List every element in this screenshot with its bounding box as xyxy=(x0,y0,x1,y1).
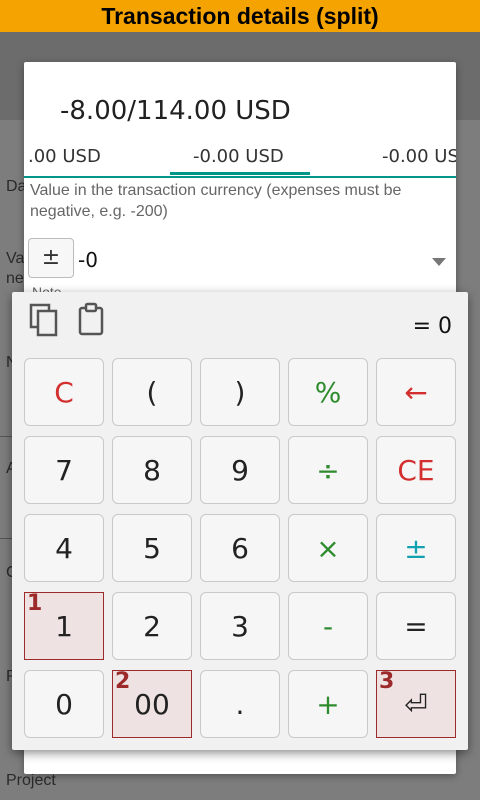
key-label: 7 xyxy=(55,453,73,487)
key-6[interactable]: 8 xyxy=(112,436,192,504)
currency-tabs: .00 USD -0.00 USD -0.00 US xyxy=(24,142,456,178)
key-21[interactable]: 00 2 xyxy=(112,670,192,738)
key-11[interactable]: 5 xyxy=(112,514,192,582)
key-label: 9 xyxy=(231,453,249,487)
background-fragment: Va xyxy=(6,250,25,267)
key-label: ⏎ xyxy=(404,687,428,721)
window-title: Transaction details (split) xyxy=(0,0,480,32)
key-label: % xyxy=(314,375,342,409)
active-tab-indicator xyxy=(170,172,310,175)
paste-icon[interactable] xyxy=(76,302,110,338)
key-0[interactable]: C xyxy=(24,358,104,426)
key-4[interactable]: ← xyxy=(376,358,456,426)
step-marker: 1 xyxy=(27,591,43,616)
key-15[interactable]: 11 xyxy=(24,592,104,660)
step-marker: 2 xyxy=(115,669,131,694)
key-10[interactable]: 4 xyxy=(24,514,104,582)
tab-previous[interactable]: .00 USD xyxy=(28,146,101,167)
key-label: ÷ xyxy=(316,453,340,487)
key-label: ( xyxy=(146,375,158,409)
key-16[interactable]: 2 xyxy=(112,592,192,660)
key-12[interactable]: 6 xyxy=(200,514,280,582)
tab-current[interactable]: -0.00 USD xyxy=(193,146,284,167)
key-19[interactable]: = xyxy=(376,592,456,660)
key-8[interactable]: ÷ xyxy=(288,436,368,504)
value-input[interactable]: -0 xyxy=(78,248,98,272)
key-5[interactable]: 7 xyxy=(24,436,104,504)
key-label: ) xyxy=(234,375,246,409)
key-13[interactable]: × xyxy=(288,514,368,582)
calculator-result: = 0 xyxy=(412,314,452,339)
key-23[interactable]: + xyxy=(288,670,368,738)
key-label: + xyxy=(316,687,340,721)
key-label: 2 xyxy=(143,609,161,643)
key-label: . xyxy=(235,687,245,721)
dialog-title: -8.00/114.00 USD xyxy=(60,96,291,126)
key-label: 0 xyxy=(55,687,73,721)
key-label: 1 xyxy=(55,609,73,643)
value-hint: Value in the transaction currency (expen… xyxy=(30,182,402,220)
key-7[interactable]: 9 xyxy=(200,436,280,504)
key-2[interactable]: ) xyxy=(200,358,280,426)
key-18[interactable]: - xyxy=(288,592,368,660)
key-label: 3 xyxy=(231,609,249,643)
key-label: × xyxy=(316,531,340,565)
key-label: 5 xyxy=(143,531,161,565)
calculator-panel: = 0 C()% ← 7 8 9 ÷ CE 4 5 6 × ±1 1 2 3- = 0 00 2. + ⏎ 3 xyxy=(12,292,468,750)
key-label: ± xyxy=(404,531,428,565)
key-label: 00 xyxy=(134,687,170,721)
chevron-down-icon[interactable] xyxy=(432,258,446,266)
background-fragment: ne xyxy=(6,270,24,287)
key-label: C xyxy=(54,375,74,409)
key-24[interactable]: ⏎ 3 xyxy=(376,670,456,738)
key-label: 6 xyxy=(231,531,249,565)
key-20[interactable]: 0 xyxy=(24,670,104,738)
key-label: = xyxy=(404,609,428,643)
step-marker: 3 xyxy=(379,669,395,694)
key-label: 4 xyxy=(55,531,73,565)
sign-toggle-button[interactable]: ± xyxy=(28,238,74,278)
background-fragment: Project xyxy=(6,772,56,789)
copy-icon[interactable] xyxy=(28,302,62,338)
key-17[interactable]: 3 xyxy=(200,592,280,660)
tabs-divider xyxy=(24,176,456,178)
key-1[interactable]: ( xyxy=(112,358,192,426)
key-9[interactable]: CE xyxy=(376,436,456,504)
key-3[interactable]: % xyxy=(288,358,368,426)
key-22[interactable]: . xyxy=(200,670,280,738)
key-label: ← xyxy=(404,375,428,409)
key-label: CE xyxy=(397,453,435,487)
key-label: - xyxy=(322,609,334,643)
tab-next[interactable]: -0.00 US xyxy=(382,146,456,167)
key-14[interactable]: ± xyxy=(376,514,456,582)
key-label: 8 xyxy=(143,453,161,487)
